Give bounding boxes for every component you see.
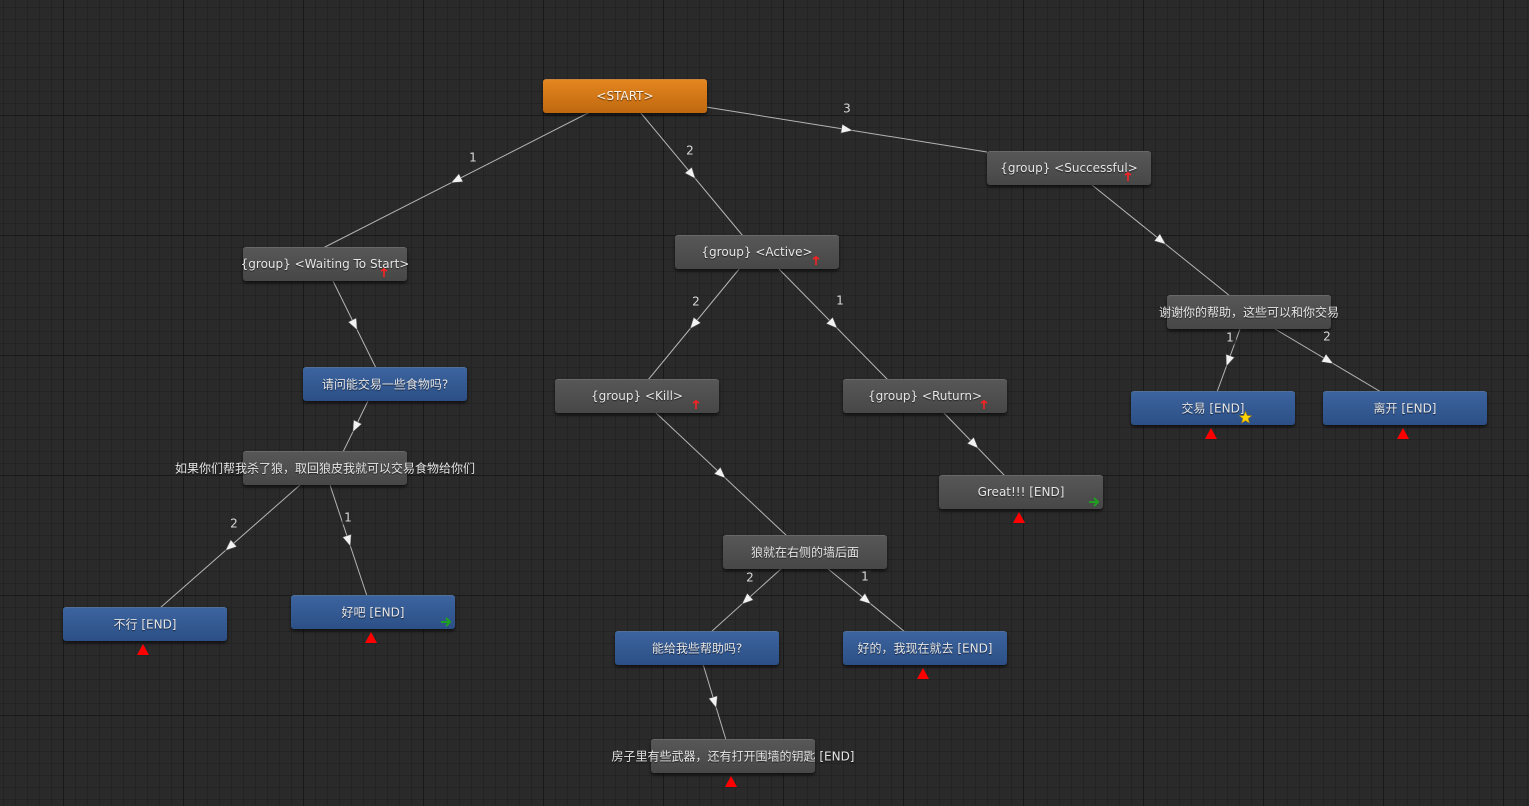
node-label: 好的，我现在就去 [END] (857, 641, 993, 656)
node-group-waiting-to-start[interactable]: {group} <Waiting To Start> (241, 247, 409, 281)
node-label: 谢谢你的帮助，这些可以和你交易 (1158, 305, 1340, 320)
red-triangle-icon (137, 644, 149, 655)
arrow-icon (684, 166, 696, 180)
red-triangle-icon (1013, 512, 1025, 523)
node-great-end[interactable]: Great!!! [END] (939, 475, 1103, 523)
red-triangle-icon (365, 632, 377, 643)
node-kill-wolf-offer[interactable]: 如果你们帮我杀了狼，取回狼皮我就可以交易食物给你们 (175, 451, 475, 485)
edge-number: 1 (834, 293, 846, 308)
arrow-icon (352, 419, 363, 433)
node-go-now-end[interactable]: 好的，我现在就去 [END] (843, 631, 1007, 679)
node-group-successful[interactable]: {group} <Successful> (987, 151, 1151, 185)
edge-number: 2 (744, 570, 756, 585)
arrow-icon (708, 695, 718, 709)
node-label: Great!!! [END] (977, 485, 1065, 499)
red-triangle-icon (1397, 428, 1409, 439)
node-label: 不行 [END] (113, 617, 177, 632)
node-label: 房子里有些武器，还有打开围墙的钥匙 [END] (611, 749, 855, 764)
node-label: {group} <Kill> (591, 389, 683, 403)
node-label: 狼就在右侧的墙后面 (750, 545, 860, 560)
node-need-help[interactable]: 能给我些帮助吗? (615, 631, 779, 665)
arrow-icon (347, 317, 358, 331)
node-label: 如果你们帮我杀了狼，取回狼皮我就可以交易食物给你们 (174, 461, 476, 476)
node-label: 离开 [END] (1373, 401, 1437, 416)
edge-number: 1 (1224, 330, 1236, 345)
node-leave-end[interactable]: 离开 [END] (1323, 391, 1487, 439)
edge-number: 1 (859, 569, 871, 584)
node-label: {group} <Successful> (1000, 161, 1138, 175)
star-icon (1238, 410, 1253, 424)
node-group-active[interactable]: {group} <Active> (675, 235, 839, 269)
node-start-label: <START> (596, 89, 654, 103)
node-label: 好吧 [END] (341, 605, 405, 620)
node-label: {group} <Active> (701, 245, 813, 259)
anchor-icon (811, 256, 821, 266)
edge-number: 1 (467, 150, 479, 165)
edge-number: 3 (841, 101, 853, 116)
anchor-icon (379, 268, 389, 278)
arrow-icon (858, 592, 872, 605)
arrow-icon (840, 123, 854, 134)
edge-number: 2 (228, 516, 240, 531)
edge-number: 2 (690, 294, 702, 309)
node-trade-end[interactable]: 交易 [END] (1131, 391, 1295, 439)
edge-number: 2 (1321, 329, 1333, 344)
node-thanks-trade[interactable]: 谢谢你的帮助，这些可以和你交易 (1159, 295, 1339, 329)
node-group-kill[interactable]: {group} <Kill> (555, 379, 719, 413)
connections-layer (159, 106, 1382, 741)
node-weapons-end[interactable]: 房子里有些武器，还有打开围墙的钥匙 [END] (612, 739, 854, 787)
edge-number: 2 (684, 143, 696, 158)
green-arrow-icon (441, 617, 453, 627)
red-triangle-icon (917, 668, 929, 679)
arrow-icon (1225, 353, 1235, 367)
dialogue-graph-canvas[interactable]: <START> {group} <Waiting To Start> {grou… (0, 0, 1529, 806)
arrow-icon (450, 173, 464, 184)
node-agree-end[interactable]: 好吧 [END] (291, 595, 455, 643)
node-group-ruturn[interactable]: {group} <Ruturn> (843, 379, 1007, 413)
green-arrow-icon (1089, 497, 1101, 507)
anchor-icon (691, 400, 701, 410)
node-label: 能给我些帮助吗? (651, 641, 743, 656)
arrow-icon (689, 316, 702, 330)
node-ask-food[interactable]: 请问能交易一些食物吗? (303, 367, 467, 401)
arrow-icon (1153, 233, 1167, 245)
arrow-icon (1320, 353, 1334, 364)
edge-number: 1 (342, 510, 354, 525)
node-wolf-behind-wall[interactable]: 狼就在右侧的墙后面 (723, 535, 887, 569)
red-triangle-icon (725, 776, 737, 787)
anchor-icon (1123, 172, 1133, 182)
arrow-icon (342, 533, 352, 547)
node-label: {group} <Ruturn> (867, 389, 983, 403)
node-start[interactable]: <START> (543, 79, 707, 113)
node-refuse-end[interactable]: 不行 [END] (63, 607, 227, 655)
anchor-icon (979, 400, 989, 410)
red-triangle-icon (1205, 428, 1217, 439)
node-label: 交易 [END] (1181, 401, 1245, 416)
node-label: 请问能交易一些食物吗? (321, 377, 449, 392)
